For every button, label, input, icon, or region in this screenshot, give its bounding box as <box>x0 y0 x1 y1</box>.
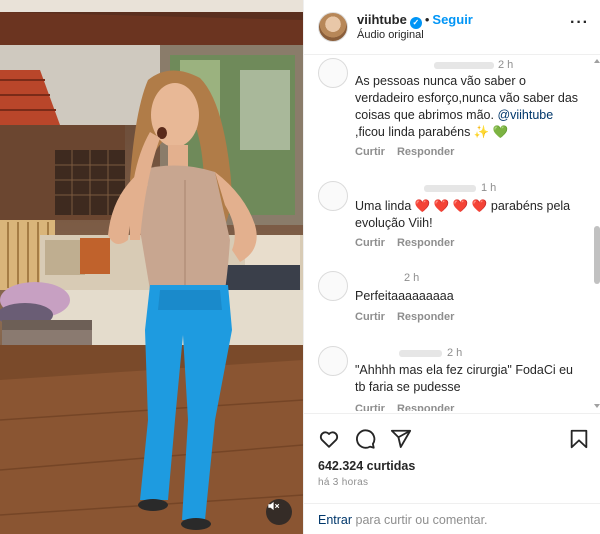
like-comment-button[interactable]: Curtir <box>355 403 385 411</box>
reply-button[interactable]: Responder <box>397 237 454 249</box>
separator-dot: • <box>424 12 430 27</box>
comment-avatar[interactable] <box>318 346 348 376</box>
share-icon[interactable] <box>390 428 412 450</box>
likes-count[interactable]: 642.324 curtidas <box>318 459 415 473</box>
post-panel: viihtube ✓ • Seguir Áudio original ··· 2 h … <box>303 0 600 534</box>
follow-button[interactable]: Seguir <box>432 12 472 27</box>
comment-time-row: 1 h <box>424 182 496 194</box>
comment-time-row: 2 h <box>399 347 462 359</box>
post-timestamp[interactable]: há 3 horas <box>318 477 368 488</box>
like-comment-button[interactable]: Curtir <box>355 311 385 323</box>
author-avatar[interactable] <box>318 12 348 42</box>
comments-list: 2 h As pessoas nunca vão saber o verdade… <box>304 56 594 411</box>
comment-text: As pessoas nunca vão saber o verdadeiro … <box>355 73 583 141</box>
login-prompt: Entrar para curtir ou comentar. <box>318 513 488 527</box>
comment-avatar[interactable] <box>318 181 348 211</box>
like-comment-button[interactable]: Curtir <box>355 237 385 249</box>
video-frame <box>0 0 303 534</box>
comment-time: 2 h <box>404 272 420 284</box>
comment-text: "Ahhhh mas ela fez cirurgia" FodaCi eu t… <box>355 363 574 394</box>
comment-actions: Curtir Responder <box>355 146 466 158</box>
comment-icon[interactable] <box>354 428 376 450</box>
post-actions: 642.324 curtidas há 3 horas <box>304 413 600 503</box>
login-prompt-text: para curtir ou comentar. <box>352 513 488 527</box>
audio-label[interactable]: Áudio original <box>357 29 424 41</box>
comment-text: Uma linda ❤️ ❤️ ❤️ ❤️ parabéns pela evol… <box>355 199 571 230</box>
comment-avatar[interactable] <box>318 58 348 88</box>
comment-login-bar: Entrar para curtir ou comentar. <box>304 503 600 534</box>
comment-time: 2 h <box>447 347 463 359</box>
comment-actions: Curtir Responder <box>355 403 466 411</box>
comment-time: 1 h <box>481 182 497 194</box>
comment-time: 2 h <box>498 59 514 71</box>
comment-time-row: 2 h <box>404 272 419 284</box>
reply-button[interactable]: Responder <box>397 403 454 411</box>
blurred-username <box>434 61 494 69</box>
comment-text-part: ,ficou linda parabéns ✨ 💚 <box>355 125 509 139</box>
comment-avatar[interactable] <box>318 271 348 301</box>
author-username[interactable]: viihtube <box>357 12 407 27</box>
verified-icon: ✓ <box>409 17 422 29</box>
comment-time-row: 2 h <box>434 59 513 71</box>
reply-button[interactable]: Responder <box>397 146 454 158</box>
post-media[interactable] <box>0 0 303 534</box>
author-line: viihtube ✓ • Seguir <box>357 12 473 29</box>
comments-scrollbar[interactable] <box>593 56 600 411</box>
like-comment-button[interactable]: Curtir <box>355 146 385 158</box>
blurred-username <box>424 184 476 192</box>
mention-link[interactable]: @viihtube <box>497 108 553 122</box>
comment-actions: Curtir Responder <box>355 237 466 249</box>
heart-icon[interactable] <box>318 428 340 450</box>
post-header: viihtube ✓ • Seguir Áudio original ··· <box>304 0 600 55</box>
bookmark-icon[interactable] <box>568 428 590 450</box>
more-icon[interactable]: ··· <box>570 14 589 32</box>
scroll-thumb[interactable] <box>594 226 600 284</box>
mute-button[interactable] <box>266 499 292 525</box>
reply-button[interactable]: Responder <box>397 311 454 323</box>
comment-text: Perfeitaaaaaaaaa <box>355 289 454 303</box>
blurred-username <box>399 349 442 357</box>
scroll-up-arrow[interactable] <box>594 59 600 63</box>
scroll-down-arrow[interactable] <box>594 404 600 408</box>
login-link[interactable]: Entrar <box>318 513 352 527</box>
comment-actions: Curtir Responder <box>355 311 466 323</box>
